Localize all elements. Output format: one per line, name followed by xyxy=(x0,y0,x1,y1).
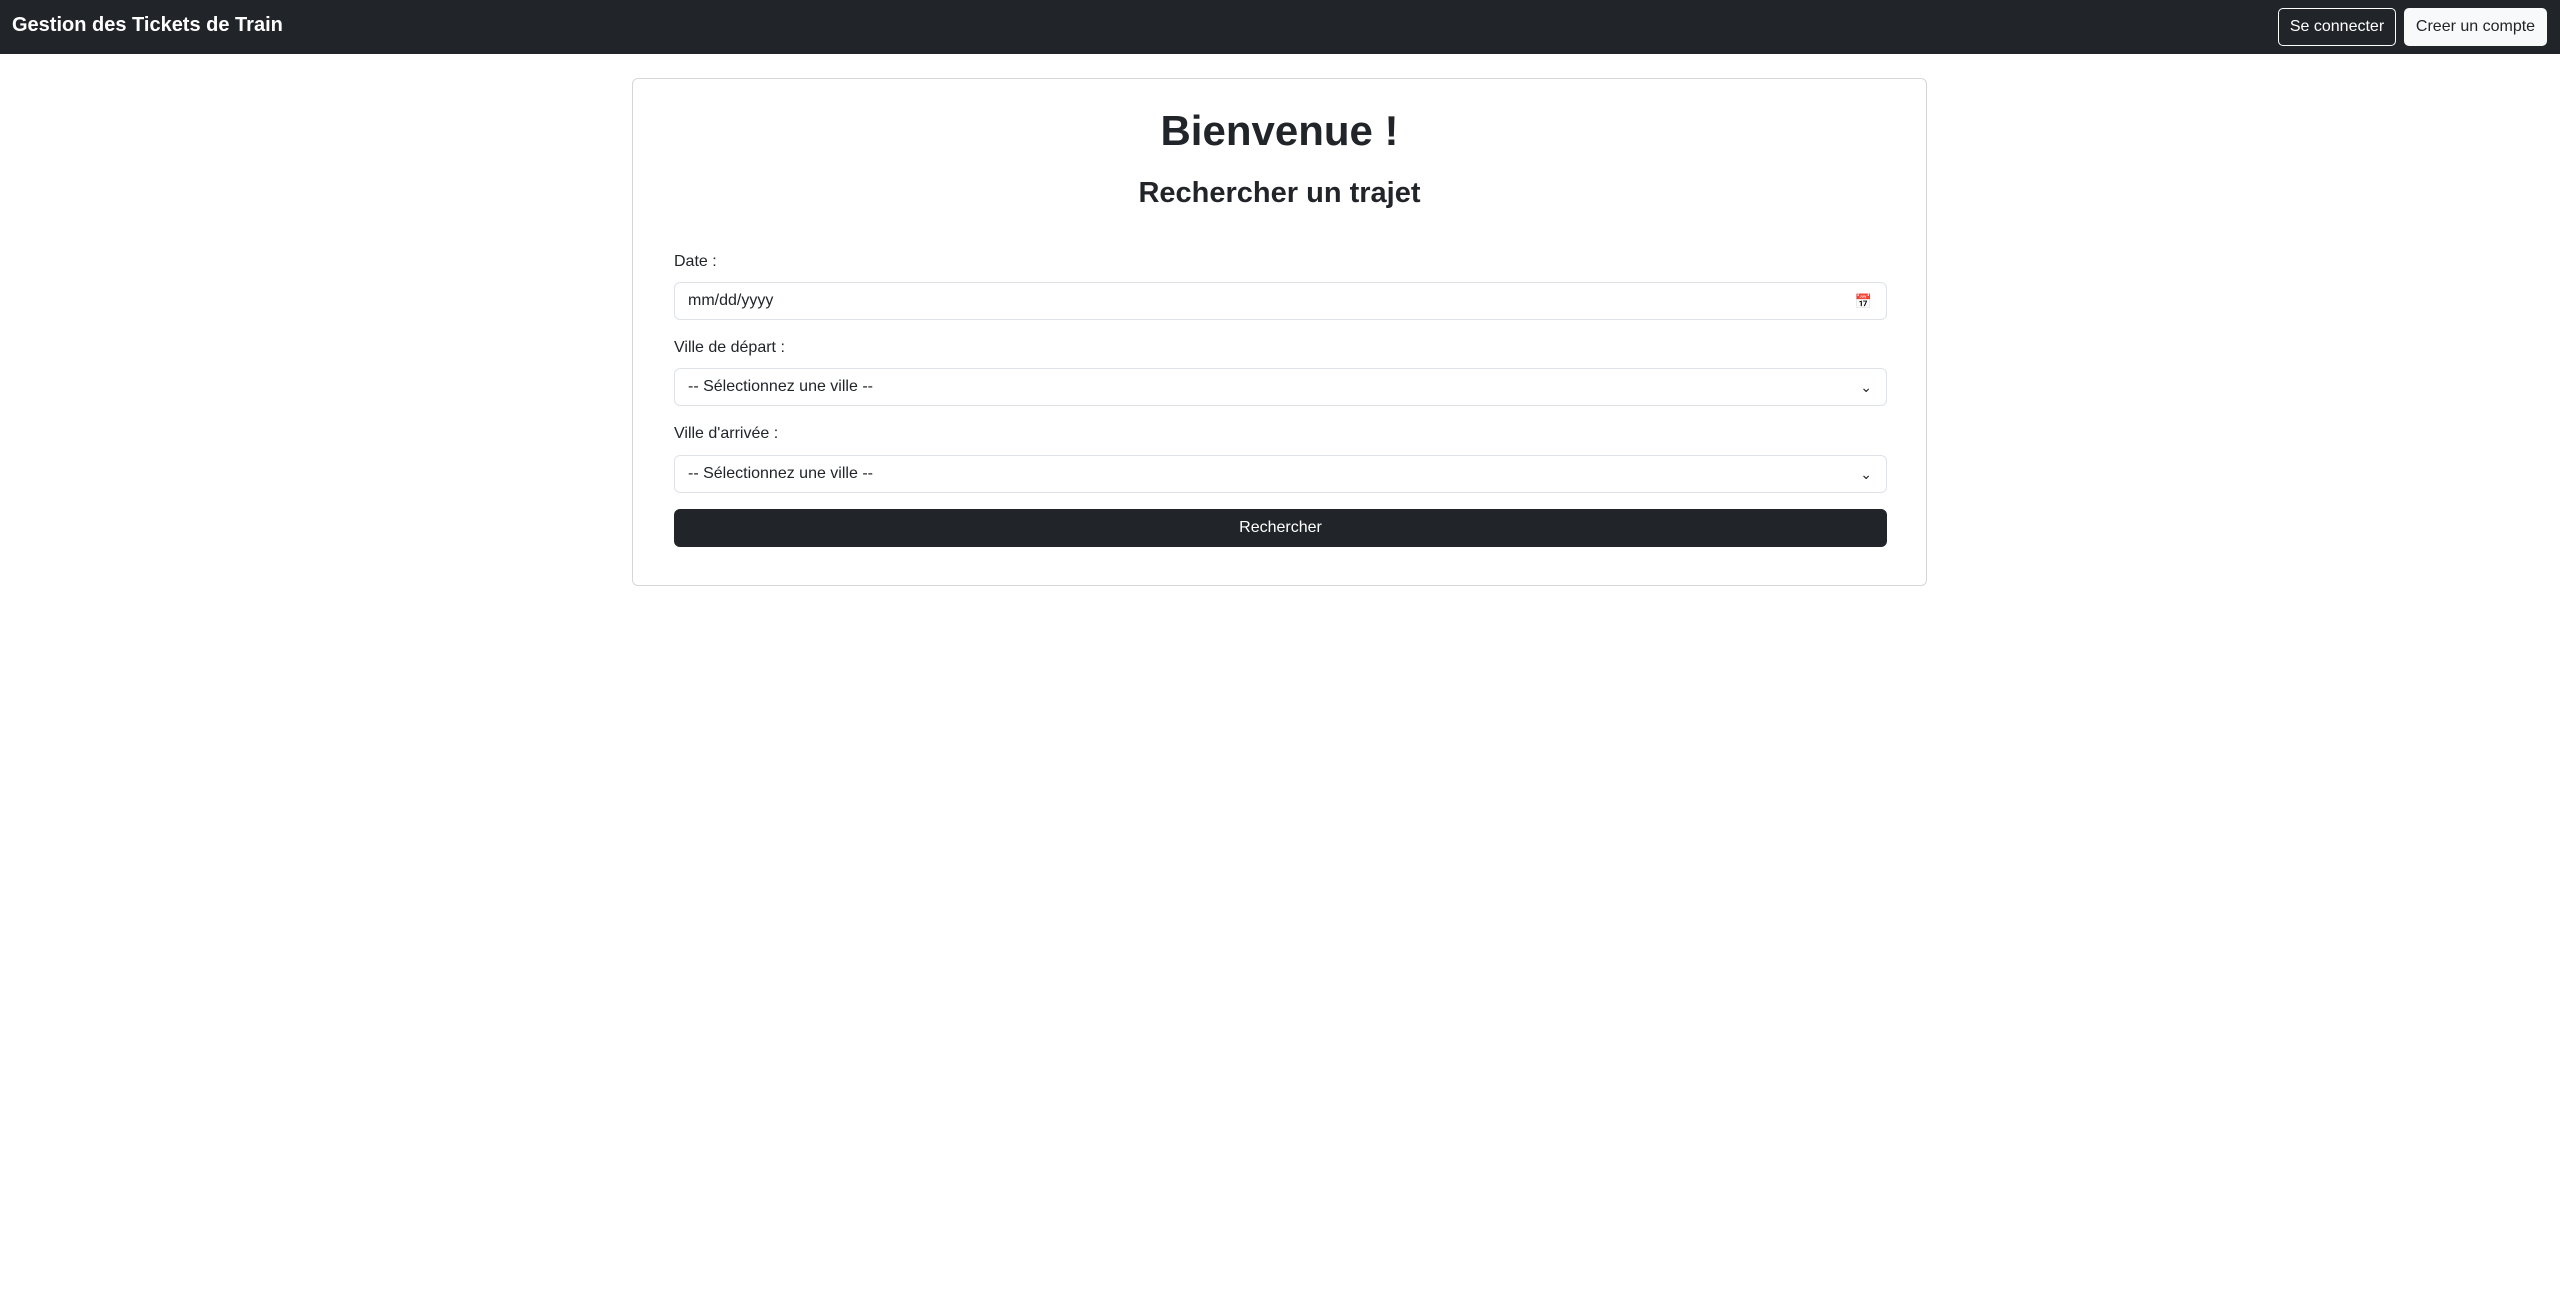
section-title: Rechercher un trajet xyxy=(1138,177,1421,209)
date-placeholder: mm/dd/yyyy xyxy=(688,292,774,309)
departure-label: Ville de départ : xyxy=(674,339,785,356)
calendar-icon[interactable]: 📅 xyxy=(1855,293,1872,310)
page-title: Bienvenue ! xyxy=(1160,107,1399,154)
brand-title[interactable]: Gestion des Tickets de Train xyxy=(12,14,283,37)
search-card: Bienvenue ! Rechercher un trajet Date : … xyxy=(632,78,1927,586)
chevron-down-icon: ⌄ xyxy=(1860,379,1872,395)
arrival-value: -- Sélectionnez une ville -- xyxy=(688,465,873,482)
departure-select[interactable]: -- Sélectionnez une ville -- ⌄ xyxy=(674,368,1887,406)
departure-value: -- Sélectionnez une ville -- xyxy=(688,378,873,395)
chevron-down-icon: ⌄ xyxy=(1860,466,1872,482)
arrival-select[interactable]: -- Sélectionnez une ville -- ⌄ xyxy=(674,455,1887,493)
signup-button[interactable]: Creer un compte xyxy=(2404,8,2547,46)
date-label: Date : xyxy=(674,253,717,270)
navbar: Gestion des Tickets de Train Se connecte… xyxy=(0,0,2560,54)
arrival-label: Ville d'arrivée : xyxy=(674,425,779,442)
search-button[interactable]: Rechercher xyxy=(674,509,1887,547)
date-input[interactable]: mm/dd/yyyy 📅 xyxy=(674,282,1887,320)
login-button[interactable]: Se connecter xyxy=(2278,8,2396,46)
